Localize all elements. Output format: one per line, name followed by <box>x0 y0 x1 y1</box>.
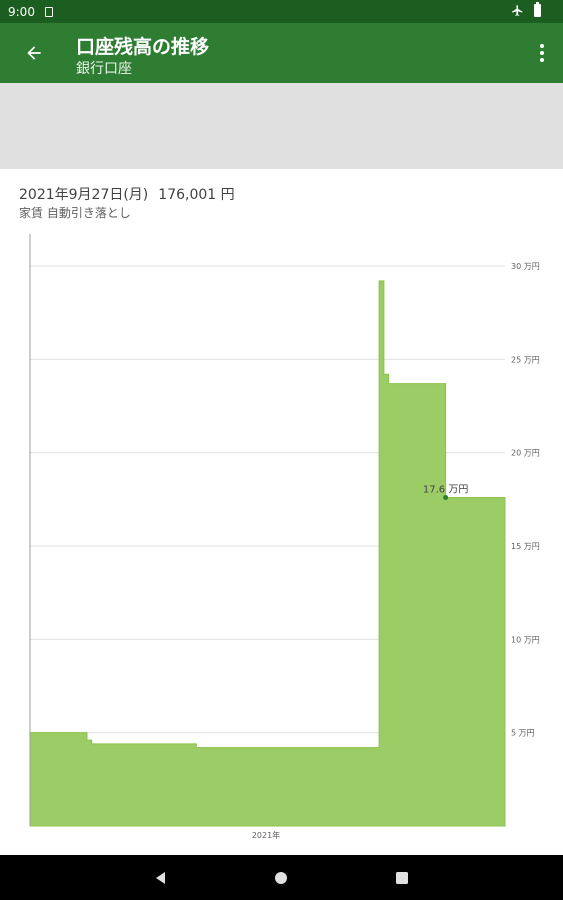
arrow-back-icon <box>27 46 41 60</box>
more-vert-icon <box>540 44 544 48</box>
y-tick-label: 5 万円 <box>511 729 535 738</box>
selected-point-label: 17.6 万円 <box>423 484 468 495</box>
x-axis-label: 2021年 <box>252 830 280 840</box>
ad-banner-area <box>0 83 563 169</box>
app-bar: 口座残高の推移 銀行口座 <box>0 23 563 83</box>
selected-amount: 176,001 円 <box>158 187 235 203</box>
selected-date: 2021年9月27日(月) <box>19 187 149 203</box>
sim-icon <box>44 6 53 17</box>
system-nav-bar <box>0 855 563 900</box>
y-tick-label: 30 万円 <box>511 262 540 271</box>
airplane-icon <box>512 5 523 16</box>
status-bar: 9:00 <box>0 0 563 23</box>
nav-home-icon <box>275 872 287 884</box>
page-title: 口座残高の推移 <box>76 36 210 58</box>
more-options-button[interactable] <box>535 39 549 67</box>
y-tick-label: 10 万円 <box>511 635 540 644</box>
status-time: 9:00 <box>8 4 35 19</box>
battery-icon <box>534 2 541 17</box>
nav-home-button[interactable] <box>270 867 292 889</box>
nav-back-icon <box>156 872 165 884</box>
nav-back-button[interactable] <box>150 867 172 889</box>
y-tick-label: 15 万円 <box>511 542 540 551</box>
y-tick-labels: 5 万円 10 万円 15 万円 20 万円 25 万円 30 万円 <box>511 262 540 738</box>
balance-area <box>29 280 506 827</box>
y-tick-label: 25 万円 <box>511 355 540 364</box>
page-subtitle: 銀行口座 <box>76 61 132 77</box>
back-button[interactable] <box>18 37 50 69</box>
selected-point-info: 2021年9月27日(月) 176,001 円 <box>19 184 235 204</box>
status-icons <box>511 2 541 17</box>
nav-recents-icon <box>396 872 408 884</box>
selected-description: 家賃 自動引き落とし <box>19 206 131 220</box>
nav-recents-button[interactable] <box>391 867 413 889</box>
selected-point-marker[interactable] <box>443 494 449 500</box>
y-tick-label: 20 万円 <box>511 449 540 458</box>
balance-chart[interactable]: 5 万円 10 万円 15 万円 20 万円 25 万円 30 万円 2021年 17.6… <box>0 230 563 842</box>
